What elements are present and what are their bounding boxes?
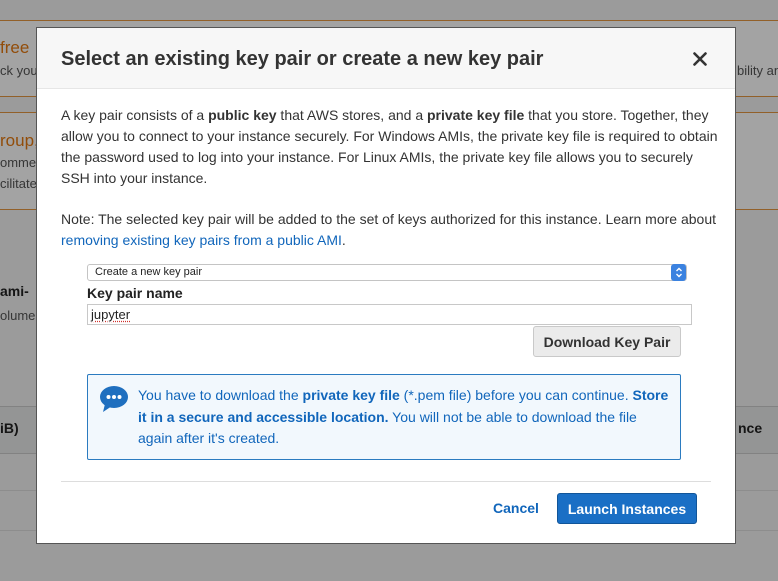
close-icon: [693, 52, 707, 66]
footer-divider: [61, 481, 711, 482]
note-text: Note: The selected key pair will be adde…: [61, 211, 717, 227]
select-arrows-icon: [671, 264, 686, 281]
info-text-1: You have to download the: [138, 387, 303, 403]
chat-bubble-icon: [100, 386, 128, 412]
intro-paragraph: A key pair consists of a public key that…: [61, 105, 721, 189]
intro-private-key: private key file: [427, 107, 525, 123]
intro-text-2: that AWS stores, and a: [276, 107, 427, 123]
key-pair-select[interactable]: Create a new key pair: [87, 264, 687, 281]
intro-public-key: public key: [208, 107, 277, 123]
launch-instances-button[interactable]: Launch Instances: [557, 493, 697, 524]
cancel-button[interactable]: Cancel: [493, 500, 539, 516]
intro-text-1: A key pair consists of a: [61, 107, 209, 123]
download-warning-box: You have to download the private key fil…: [87, 374, 681, 460]
modal-title: Select an existing key pair or create a …: [61, 48, 544, 70]
key-pair-modal: Select an existing key pair or create a …: [36, 27, 736, 544]
note-period: .: [341, 232, 346, 248]
modal-header: Select an existing key pair or create a …: [37, 28, 735, 89]
info-private-key: private key file: [302, 387, 400, 403]
key-pair-name-input[interactable]: jupyter: [87, 304, 692, 325]
note-paragraph: Note: The selected key pair will be adde…: [61, 209, 721, 251]
close-button[interactable]: [687, 46, 713, 72]
download-warning-text: You have to download the private key fil…: [138, 385, 674, 450]
remove-key-pairs-link[interactable]: removing existing key pairs from a publi…: [61, 232, 342, 248]
key-pair-name-label: Key pair name: [87, 285, 183, 301]
download-key-pair-button[interactable]: Download Key Pair: [533, 326, 681, 357]
key-pair-select-value: Create a new key pair: [95, 266, 202, 278]
info-text-2: (*.pem file) before you can continue.: [399, 387, 633, 403]
key-pair-name-value: jupyter: [91, 307, 131, 322]
